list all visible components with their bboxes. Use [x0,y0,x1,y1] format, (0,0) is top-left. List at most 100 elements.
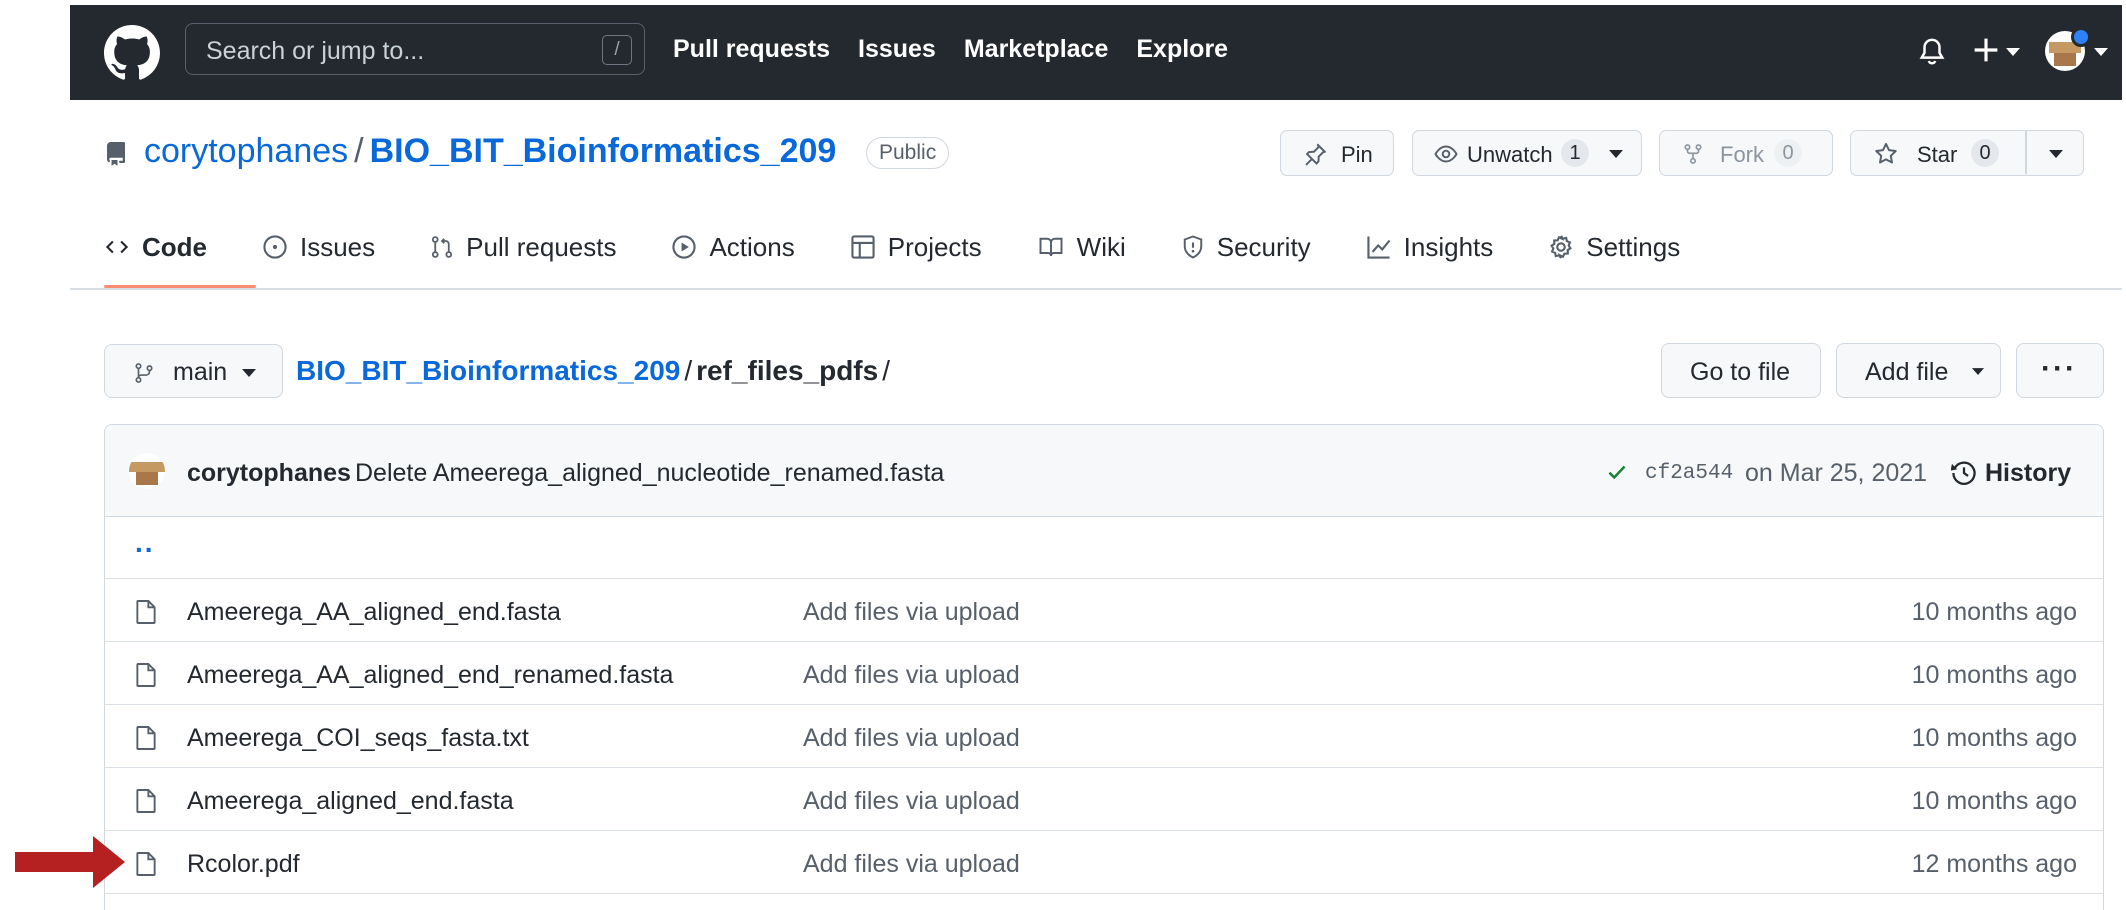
file-icon [136,852,156,876]
notification-dot [2071,27,2091,47]
top-nav: Pull requests Issues Marketplace Explore [673,35,1228,64]
history-icon[interactable] [1951,460,1977,486]
commit-sha-link[interactable]: cf2a544 [1645,462,1733,485]
tab-pull-requests[interactable]: Pull requests [430,226,616,268]
tab-projects[interactable]: Projects [850,226,982,268]
file-commit-message[interactable]: Add files via upload [803,661,1020,690]
file-row[interactable]: Ameerega_COI_seqs_fasta.txt Add files vi… [105,706,2103,768]
file-row[interactable]: Rcolor.pdf Add files via upload 12 month… [105,832,2103,894]
tab-actions[interactable]: Actions [671,226,795,268]
code-icon [105,240,129,254]
tab-label: Pull requests [466,231,617,262]
fork-button[interactable]: Fork 0 [1659,130,1833,176]
tab-wiki[interactable]: Wiki [1037,226,1126,268]
breadcrumb-separator: / [684,355,693,386]
tab-label: Actions [709,231,795,262]
repo-name-link[interactable]: BIO_BIT_Bioinformatics_209 [370,132,837,170]
watch-count: 1 [1561,139,1589,167]
commit-date: on Mar 25, 2021 [1745,459,1928,487]
tab-label: Insights [1403,231,1494,262]
history-link[interactable]: History [1985,459,2071,488]
file-age: 10 months ago [1911,787,2077,815]
repo-forked-icon [1684,144,1702,164]
file-name-link[interactable]: Ameerega_AA_aligned_end.fasta [187,598,561,627]
pin-button[interactable]: Pin [1280,130,1394,176]
file-icon [136,726,156,750]
star-count: 0 [1971,139,1999,167]
file-name-link[interactable]: Ameerega_aligned_end.fasta [187,787,514,816]
file-age: 10 months ago [1911,598,2077,626]
git-pull-request-icon [432,236,453,258]
file-row[interactable]: Ameerega_AA_aligned_end_renamed.fasta Ad… [105,643,2103,705]
gear-icon [1550,235,1573,259]
parent-directory-row[interactable]: .. [105,517,2103,579]
file-name-link[interactable]: Ameerega_COI_seqs_fasta.txt [187,724,529,753]
file-commit-message[interactable]: Add files via upload [803,787,1020,816]
topnav-marketplace[interactable]: Marketplace [964,35,1109,64]
topnav-pull-requests[interactable]: Pull requests [673,35,830,64]
file-icon [136,600,156,624]
add-file-button[interactable]: Add file [1836,343,2001,398]
chevron-down-icon[interactable] [2006,48,2020,57]
bell-icon[interactable] [1917,36,1947,68]
chevron-down-icon[interactable] [2049,150,2063,159]
plus-icon[interactable] [1972,36,2000,64]
chevron-down-icon[interactable] [2094,48,2108,57]
search-shortcut-key: / [602,35,632,65]
unwatch-label: Unwatch [1467,142,1553,167]
global-header: Search or jump to... / Pull requests Iss… [70,5,2122,100]
file-age: 10 months ago [1911,724,2077,752]
tab-issues[interactable]: Issues [262,226,375,268]
file-name-link[interactable]: Rcolor.pdf [187,850,300,879]
file-commit-message[interactable]: Add files via upload [803,724,1020,753]
file-commit-message[interactable]: Add files via upload [803,850,1020,879]
tab-settings[interactable]: Settings [1548,226,1680,268]
breadcrumb-root-link[interactable]: BIO_BIT_Bioinformatics_209 [296,355,680,386]
file-commit-message[interactable]: Add files via upload [803,598,1020,627]
file-age: 10 months ago [1911,661,2077,689]
repo-title: corytophanes / BIO_BIT_Bioinformatics_209 [144,132,836,171]
file-row[interactable]: Ameerega_aligned_end.fasta Add files via… [105,769,2103,831]
go-to-file-label: Go to file [1690,358,1791,386]
tab-security[interactable]: Security [1181,226,1311,268]
commit-message-link[interactable]: Delete Ameerega_aligned_nucleotide_renam… [355,459,944,488]
tabs-divider [70,288,2122,290]
check-icon[interactable] [1605,461,1629,483]
fork-count: 0 [1774,139,1802,167]
tab-code[interactable]: Code [104,226,207,268]
tab-insights[interactable]: Insights [1366,226,1494,268]
table-icon [851,235,875,259]
topnav-explore[interactable]: Explore [1136,35,1228,64]
breadcrumb-current: ref_files_pdfs [696,355,879,386]
tab-label: Projects [887,231,982,262]
search-placeholder: Search or jump to... [206,37,425,65]
commit-author-link[interactable]: corytophanes [187,459,351,488]
chevron-down-icon [242,369,256,377]
play-icon [672,235,697,259]
branch-selector[interactable]: main [104,344,283,398]
parent-directory-link[interactable]: .. [135,527,155,559]
more-options-button[interactable]: ··· [2016,343,2104,398]
github-logo-icon[interactable] [104,25,160,81]
chevron-down-icon [1609,150,1623,158]
chevron-down-icon [1972,368,1984,375]
pin-label: Pin [1341,142,1373,167]
file-name-link[interactable]: Ameerega_AA_aligned_end_renamed.fasta [187,661,673,690]
repo-tabs: Code Issues Pull requests Actions Projec… [104,226,1735,268]
visibility-badge: Public [866,137,950,169]
repo-owner-link[interactable]: corytophanes [144,132,348,170]
unwatch-button[interactable]: Unwatch 1 [1412,130,1642,176]
file-age: 12 months ago [1911,850,2077,878]
repo-icon [107,142,125,166]
topnav-issues[interactable]: Issues [858,35,936,64]
search-input[interactable]: Search or jump to... / [185,23,645,75]
file-row[interactable]: Ameerega_AA_aligned_end.fasta Add files … [105,580,2103,642]
star-label: Star [1917,142,1958,167]
repo-title-separator: / [354,132,364,170]
tab-label: Settings [1586,231,1681,262]
go-to-file-button[interactable]: Go to file [1661,343,1821,398]
tab-label: Code [142,231,207,262]
latest-commit-bar: corytophanes Delete Ameerega_aligned_nuc… [105,425,2103,517]
star-button[interactable]: Star 0 [1850,130,2084,176]
commit-author-avatar[interactable] [129,453,165,489]
